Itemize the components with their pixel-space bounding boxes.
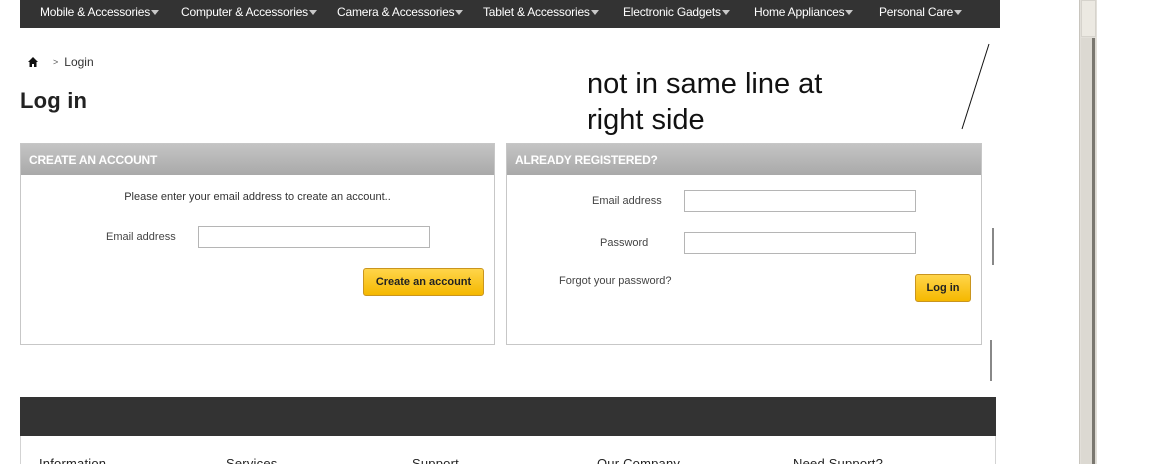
- nav-item-tablet-accessories[interactable]: Tablet & Accessories: [483, 0, 599, 24]
- caret-down-icon: [455, 10, 464, 15]
- footer-column-our-company: Our Company: [597, 456, 681, 464]
- caret-down-icon: [721, 10, 730, 15]
- login-button[interactable]: Log in: [915, 274, 971, 302]
- login-email-label: Email address: [592, 195, 662, 207]
- breadcrumb-current: Login: [64, 55, 94, 69]
- home-icon[interactable]: [27, 56, 39, 68]
- nav-item-electronic-gadgets[interactable]: Electronic Gadgets: [623, 0, 730, 24]
- scrollbar-edge: [1092, 38, 1095, 464]
- password-label: Password: [600, 237, 649, 249]
- nav-item-computer-accessories[interactable]: Computer & Accessories: [181, 0, 317, 24]
- caret-down-icon: [309, 10, 317, 15]
- nav-item-label: Mobile & Accessories: [40, 5, 151, 19]
- nav-item-home-appliances[interactable]: Home Appliances: [754, 0, 854, 24]
- caret-down-icon: [590, 10, 599, 15]
- top-navigation: Mobile & Accessories Computer & Accessor…: [20, 0, 1000, 28]
- nav-item-label: Personal Care: [879, 5, 954, 19]
- breadcrumb: > Login: [27, 55, 94, 69]
- page-title: Log in: [20, 88, 88, 113]
- create-account-header: CREATE AN ACCOUNT: [21, 144, 494, 175]
- caret-down-icon: [151, 10, 160, 15]
- footer-column-support: Support: [412, 456, 459, 464]
- nav-item-personal-care[interactable]: Personal Care: [879, 0, 963, 24]
- nav-item-label: Home Appliances: [754, 5, 845, 19]
- caret-down-icon: [845, 10, 854, 15]
- nav-item-label: Tablet & Accessories: [483, 5, 590, 19]
- create-email-label: Email address: [106, 231, 176, 243]
- login-header: ALREADY REGISTERED?: [507, 144, 981, 175]
- create-email-input[interactable]: [198, 226, 430, 248]
- nav-item-mobile-accessories[interactable]: Mobile & Accessories: [40, 0, 160, 24]
- annotation-note: not in same line at right side: [587, 68, 823, 136]
- create-account-button[interactable]: Create an account: [363, 268, 484, 296]
- password-input[interactable]: [684, 232, 916, 254]
- create-account-intro: Please enter your email address to creat…: [124, 191, 391, 203]
- footer-column-services: Services: [226, 456, 278, 464]
- caret-down-icon: [954, 10, 963, 15]
- nav-item-camera-accessories[interactable]: Camera & Accessories: [337, 0, 464, 24]
- footer-column-need-support: Need Support?: [793, 456, 884, 464]
- nav-item-label: Electronic Gadgets: [623, 5, 721, 19]
- footer-column-information: Information: [39, 456, 107, 464]
- breadcrumb-separator: >: [53, 57, 59, 67]
- forgot-password-link[interactable]: Forgot your password?: [559, 275, 672, 287]
- create-account-panel: CREATE AN ACCOUNT Please enter your emai…: [20, 143, 495, 345]
- scrollbar-thumb[interactable]: [1081, 0, 1096, 37]
- nav-item-label: Computer & Accessories: [181, 5, 308, 19]
- footer-bar: [20, 397, 996, 436]
- login-email-input[interactable]: [684, 190, 916, 212]
- nav-item-label: Camera & Accessories: [337, 5, 455, 19]
- login-panel: ALREADY REGISTERED? Email address Passwo…: [506, 143, 982, 345]
- footer-links: Information Services Support Our Company…: [20, 436, 996, 464]
